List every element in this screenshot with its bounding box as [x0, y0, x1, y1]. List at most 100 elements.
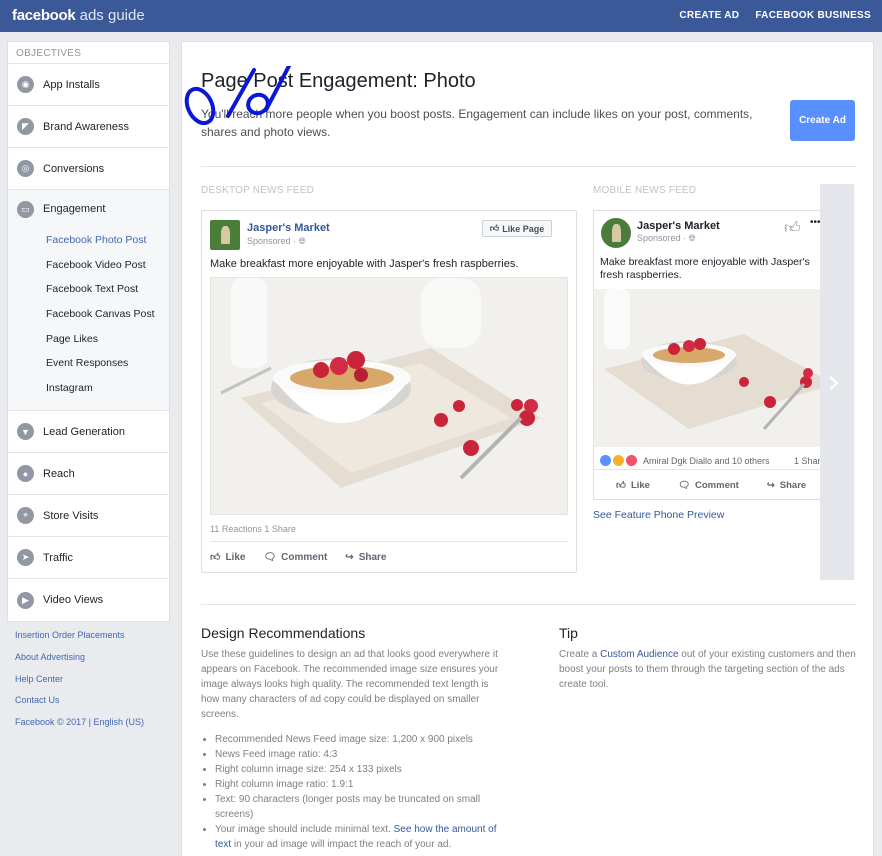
share-action[interactable]: ↪ Share [767, 479, 806, 491]
sidebar-item-brand-awareness[interactable]: ◤ Brand Awareness [8, 106, 169, 148]
list-item: Your image should include minimal text. … [215, 822, 501, 852]
tip-body: Create a Custom Audience out of your exi… [559, 649, 856, 690]
page-name[interactable]: Jasper's Market [247, 222, 330, 234]
copyright-language[interactable]: Facebook © 2017 | English (US) [15, 717, 144, 739]
facebook-business-link[interactable]: FACEBOOK BUSINESS [755, 10, 871, 21]
sidebar-item-app-installs[interactable]: ◉ App Installs [8, 64, 169, 106]
reaction-count[interactable]: 11 Reactions 1 Share [210, 524, 296, 534]
like-action[interactable]: 👍︎ Like [210, 551, 245, 564]
brand-logo[interactable]: facebook ads guide [12, 7, 145, 24]
engagement-icon: ▭ [17, 200, 34, 218]
store-visits-icon: ⌖ [17, 507, 34, 525]
divider [201, 604, 856, 605]
divider [594, 469, 830, 470]
design-recommendations-heading: Design Recommendations [201, 625, 366, 641]
divider [201, 166, 856, 167]
list-item: News Feed image ratio: 4:3 [215, 747, 501, 762]
about-advertising-link[interactable]: About Advertising [15, 652, 144, 674]
post-text: Make breakfast more enjoyable with Jaspe… [600, 256, 810, 281]
globe-icon: 🌐︎ [688, 233, 696, 243]
sidebar-item-store-visits[interactable]: ⌖ Store Visits [8, 495, 169, 538]
globe-icon: 🌐︎ [298, 236, 306, 246]
brand-awareness-icon: ◤ [17, 118, 34, 135]
comment-icon: 🗨︎ [677, 479, 691, 491]
old-handwritten-stamp [184, 66, 292, 126]
post-photo[interactable] [594, 289, 830, 447]
list-item: Right column image size: 254 x 133 pixel… [215, 762, 501, 777]
top-nav: CREATE AD FACEBOOK BUSINESS [679, 10, 871, 21]
objectives-heading: OBJECTIVES [8, 42, 169, 64]
sidebar-item-traffic[interactable]: ➤ Traffic [8, 537, 169, 580]
create-ad-link[interactable]: CREATE AD [679, 10, 739, 21]
love-reaction-icon [626, 455, 637, 466]
sponsored-label: Sponsored · 🌐︎ [637, 233, 696, 243]
more-options-icon[interactable]: ••• [810, 217, 821, 228]
desktop-post-preview: Jasper's Market Sponsored · 🌐︎ 👍︎ Like Pa… [201, 210, 577, 573]
thumbs-up-icon: 👍︎ [616, 480, 626, 491]
create-ad-button[interactable]: Create Ad [790, 100, 855, 141]
like-action[interactable]: 👍︎ Like [616, 479, 650, 492]
comment-action[interactable]: 🗨︎ Comment [263, 551, 327, 563]
breakfast-photo [211, 278, 567, 514]
sidebar-item-lead-generation[interactable]: ▼ Lead Generation [8, 411, 169, 454]
post-actions: 👍︎ Like 🗨︎ Comment ↪ Share [210, 551, 386, 564]
share-action[interactable]: ↪ Share [345, 551, 386, 563]
sidebar-sub-text-post[interactable]: Facebook Text Post [8, 277, 169, 302]
like-page-button[interactable]: 👍︎ Like Page [482, 220, 552, 237]
divider [210, 541, 568, 542]
engagement-group: ▭ Engagement Facebook Photo Post Facebook… [8, 190, 169, 412]
page-avatar [601, 218, 631, 248]
tip-heading: Tip [559, 625, 578, 641]
sidebar-sub-video-post[interactable]: Facebook Video Post [8, 253, 169, 278]
like-page-icon[interactable]: 👍︎ [784, 219, 801, 238]
feature-phone-preview-link[interactable]: See Feature Phone Preview [593, 509, 724, 521]
sidebar-item-video-views[interactable]: ▶ Video Views [8, 579, 169, 621]
desktop-feed-label: DESKTOP NEWS FEED [201, 185, 315, 196]
wow-reaction-icon [613, 455, 624, 466]
sidebar-sub-instagram[interactable]: Instagram [8, 376, 169, 401]
help-center-link[interactable]: Help Center [15, 674, 144, 696]
video-views-icon: ▶ [17, 591, 34, 609]
list-item: Right column image ratio: 1.9:1 [215, 777, 501, 792]
mobile-feed-label: MOBILE NEWS FEED [593, 185, 697, 196]
sidebar-item-conversions[interactable]: ◎ Conversions [8, 148, 169, 190]
custom-audience-link[interactable]: Custom Audience [600, 649, 678, 660]
insertion-order-link[interactable]: Insertion Order Placements [15, 630, 144, 652]
top-bar: facebook ads guide CREATE AD FACEBOOK BU… [0, 0, 882, 32]
main-panel: Page Post Engagement: Photo You'll reach… [181, 41, 874, 856]
page-name[interactable]: Jasper's Market [637, 220, 720, 232]
reaction-summary[interactable]: Amiral Dgk Diallo and 10 others [600, 455, 770, 466]
thumbs-up-icon: 👍︎ [489, 223, 500, 233]
lead-generation-icon: ▼ [17, 423, 34, 441]
sidebar-sub-event-responses[interactable]: Event Responses [8, 351, 169, 376]
post-photo[interactable] [210, 277, 568, 515]
mobile-post-card: Jasper's Market Sponsored · 🌐︎ 👍︎ ••• Ma… [593, 210, 830, 500]
footer-links: Insertion Order Placements About Adverti… [15, 630, 144, 739]
design-recommendations-body: Use these guidelines to design an ad tha… [201, 649, 499, 720]
objectives-sidebar: OBJECTIVES ◉ App Installs ◤ Brand Awarenes… [7, 41, 170, 623]
sidebar-sub-photo-post[interactable]: Facebook Photo Post [8, 228, 169, 253]
thumbs-up-icon: 👍︎ [210, 552, 221, 563]
share-icon: ↪ [766, 479, 775, 491]
reach-icon: ● [17, 465, 34, 483]
sidebar-sub-page-likes[interactable]: Page Likes [8, 326, 169, 351]
list-item: Recommended News Feed image size: 1,200 … [215, 732, 501, 747]
page-avatar [210, 220, 240, 250]
sidebar-sub-canvas-post[interactable]: Facebook Canvas Post [8, 302, 169, 327]
comment-icon: 🗨︎ [263, 551, 277, 563]
mobile-post-preview: Jasper's Market Sponsored · 🌐︎ 👍︎ ••• Ma… [593, 210, 830, 579]
contact-us-link[interactable]: Contact Us [15, 695, 144, 717]
like-reaction-icon [600, 455, 611, 466]
sidebar-item-reach[interactable]: ● Reach [8, 453, 169, 496]
chevron-right-icon[interactable]: › [827, 362, 841, 402]
conversions-icon: ◎ [17, 160, 34, 177]
design-recommendations-list: Recommended News Feed image size: 1,200 … [201, 732, 501, 852]
app-installs-icon: ◉ [17, 76, 34, 93]
list-item: Text: 90 characters (longer posts may be… [215, 792, 501, 822]
share-icon: ↪ [345, 551, 354, 563]
sponsored-label: Sponsored · 🌐︎ [247, 236, 306, 246]
sidebar-item-engagement[interactable]: ▭ Engagement [8, 190, 169, 228]
comment-action[interactable]: 🗨︎ Comment [678, 479, 739, 491]
post-text: Make breakfast more enjoyable with Jaspe… [210, 258, 519, 270]
breakfast-photo [594, 289, 830, 447]
